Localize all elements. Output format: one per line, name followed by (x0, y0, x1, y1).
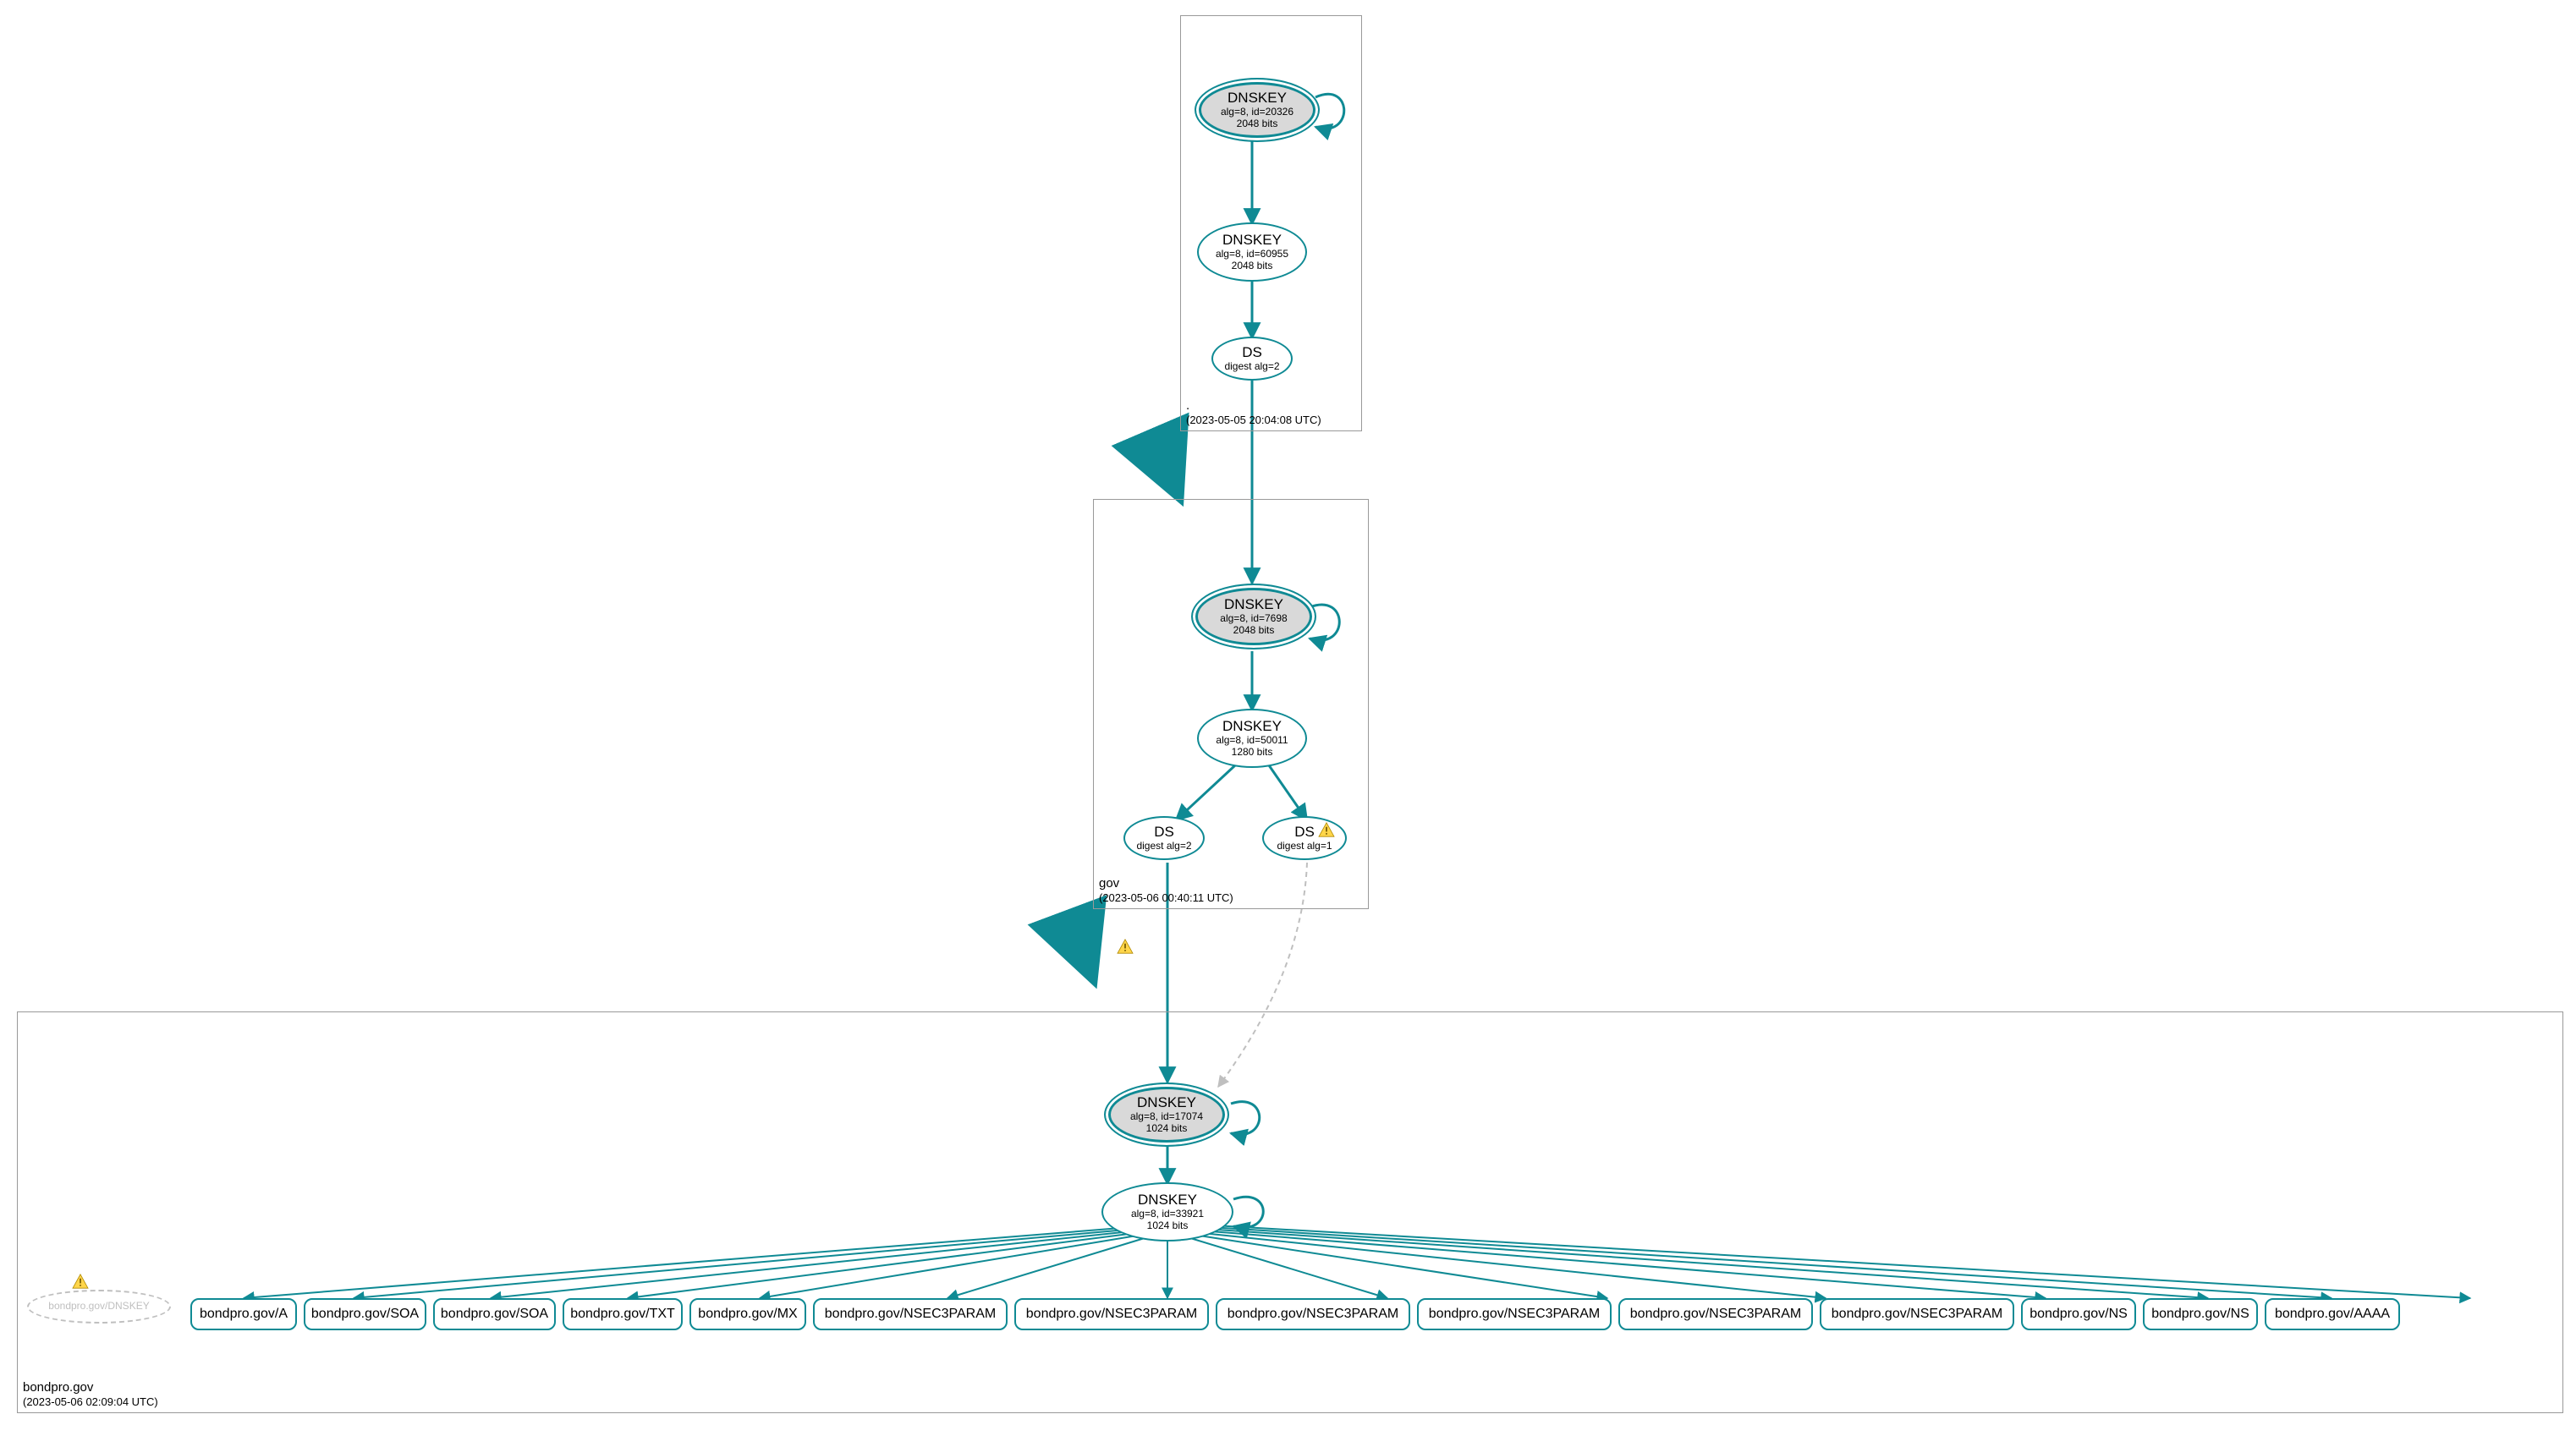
rrset-node[interactable]: bondpro.gov/TXT (563, 1298, 683, 1330)
node-line1: alg=8, id=7698 (1220, 613, 1287, 625)
rrset-node[interactable]: bondpro.gov/SOA (433, 1298, 556, 1330)
node-domain-zsk[interactable]: DNSKEY alg=8, id=33921 1024 bits (1101, 1182, 1233, 1241)
zone-gov-name: gov (1099, 876, 1233, 891)
rrset-node[interactable]: bondpro.gov/NSEC3PARAM (1417, 1298, 1612, 1330)
node-line2: 1024 bits (1147, 1220, 1189, 1232)
node-line1: alg=8, id=33921 (1131, 1209, 1204, 1220)
rrset-node[interactable]: bondpro.gov/MX (689, 1298, 806, 1330)
node-title: DNSKEY (1222, 718, 1282, 735)
node-root-zsk[interactable]: DNSKEY alg=8, id=60955 2048 bits (1197, 222, 1307, 282)
node-line2: 2048 bits (1232, 260, 1273, 272)
rrset-node[interactable]: bondpro.gov/NSEC3PARAM (813, 1298, 1008, 1330)
node-title: DNSKEY (1138, 1192, 1197, 1209)
node-title: DNSKEY (1224, 596, 1283, 613)
node-line1: digest alg=2 (1136, 841, 1191, 852)
zone-domain-label: bondpro.gov (2023-05-06 02:09:04 UTC) (23, 1380, 158, 1409)
warning-icon (1117, 939, 1134, 954)
node-line1: alg=8, id=20326 (1221, 107, 1293, 118)
node-domain-ksk[interactable]: DNSKEY alg=8, id=17074 1024 bits (1104, 1083, 1229, 1147)
zone-domain-timestamp: (2023-05-06 02:09:04 UTC) (23, 1395, 158, 1409)
node-line1: alg=8, id=50011 (1216, 735, 1288, 747)
rrset-node[interactable]: bondpro.gov/NSEC3PARAM (1820, 1298, 2014, 1330)
node-line2: 1024 bits (1146, 1123, 1188, 1135)
node-domain-missing-dnskey[interactable]: bondpro.gov/DNSKEY (27, 1290, 171, 1324)
node-line2: 1280 bits (1232, 747, 1273, 759)
node-gov-ds-1[interactable]: DS digest alg=2 (1123, 816, 1205, 860)
node-title: bondpro.gov/DNSKEY (48, 1301, 149, 1313)
zone-root-name: . (1186, 398, 1321, 414)
rrset-node[interactable]: bondpro.gov/A (190, 1298, 297, 1330)
rrset-node[interactable]: bondpro.gov/NS (2143, 1298, 2258, 1330)
rrset-node[interactable]: bondpro.gov/NSEC3PARAM (1618, 1298, 1813, 1330)
node-line2: 2048 bits (1233, 625, 1275, 637)
node-line2: 2048 bits (1237, 118, 1278, 130)
warning-icon (1318, 822, 1335, 837)
node-title: DS (1242, 344, 1262, 361)
zone-root-timestamp: (2023-05-05 20:04:08 UTC) (1186, 414, 1321, 427)
node-title: DS (1294, 824, 1315, 841)
rrset-node[interactable]: bondpro.gov/NS (2021, 1298, 2136, 1330)
warning-icon (72, 1274, 89, 1289)
node-line1: digest alg=1 (1277, 841, 1332, 852)
node-title: DNSKEY (1222, 232, 1282, 249)
node-root-ksk[interactable]: DNSKEY alg=8, id=20326 2048 bits (1195, 78, 1320, 142)
zone-gov-label: gov (2023-05-06 00:40:11 UTC) (1099, 876, 1233, 905)
node-line1: digest alg=2 (1224, 361, 1279, 373)
rrset-node[interactable]: bondpro.gov/NSEC3PARAM (1014, 1298, 1209, 1330)
node-gov-ksk[interactable]: DNSKEY alg=8, id=7698 2048 bits (1191, 584, 1316, 650)
zone-domain: bondpro.gov (2023-05-06 02:09:04 UTC) (17, 1011, 2563, 1413)
zone-root-label: . (2023-05-05 20:04:08 UTC) (1186, 398, 1321, 427)
node-gov-zsk[interactable]: DNSKEY alg=8, id=50011 1280 bits (1197, 709, 1307, 768)
rrset-node[interactable]: bondpro.gov/SOA (304, 1298, 426, 1330)
rrset-node[interactable]: bondpro.gov/AAAA (2265, 1298, 2400, 1330)
node-root-ds[interactable]: DS digest alg=2 (1211, 337, 1293, 381)
rrset-node[interactable]: bondpro.gov/NSEC3PARAM (1216, 1298, 1410, 1330)
node-line1: alg=8, id=17074 (1130, 1111, 1203, 1123)
zone-domain-name: bondpro.gov (23, 1380, 158, 1395)
node-title: DS (1154, 824, 1174, 841)
zone-gov-timestamp: (2023-05-06 00:40:11 UTC) (1099, 891, 1233, 905)
node-title: DNSKEY (1228, 90, 1287, 107)
node-title: DNSKEY (1137, 1094, 1196, 1111)
node-line1: alg=8, id=60955 (1216, 249, 1288, 260)
